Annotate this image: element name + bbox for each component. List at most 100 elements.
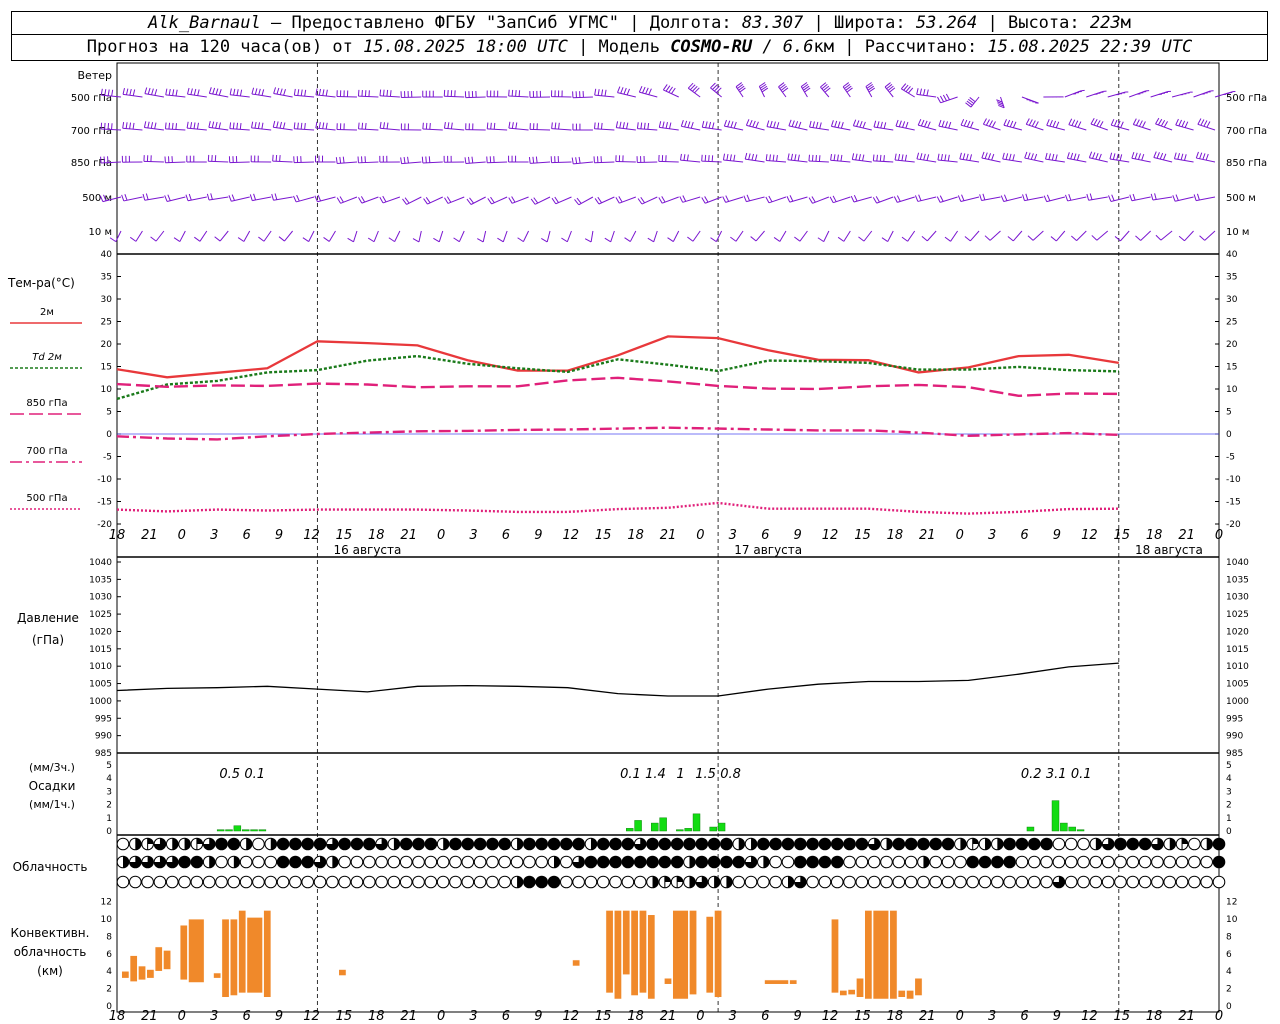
cloud-symbol-ring (929, 855, 943, 869)
cloud-symbol (1064, 837, 1078, 851)
precip-tick-left: 4 (106, 774, 112, 784)
wind-barb-feather (901, 236, 908, 242)
wind-barb-shaft (1026, 123, 1044, 131)
wind-barb-feather (147, 87, 151, 95)
wind-barb-feather (1114, 236, 1121, 242)
bottom-time-tick-label: 9 (1053, 1009, 1061, 1024)
precip-unit-1h: (мм/1ч.) (29, 798, 75, 811)
cloud-symbol-fill (960, 838, 967, 850)
wind-barb-feather (1086, 193, 1090, 201)
precip-unit-3h: (мм/3ч.) (29, 761, 75, 774)
cloud-symbol (473, 875, 487, 889)
convective-bar (121, 970, 130, 979)
wind-barb (893, 195, 915, 203)
wind-barb-feather (937, 153, 940, 161)
cloud-symbol-ring (1003, 875, 1016, 889)
cloud-symbol-ring (1077, 875, 1090, 889)
wind-barb (788, 119, 808, 131)
wind-barb-feather (386, 89, 389, 97)
wind-barb (574, 196, 594, 206)
wind-barb-feather (883, 155, 885, 162)
wind-barb-shaft (1196, 157, 1216, 163)
cloud-symbol (978, 837, 992, 851)
cloud-symbol (732, 875, 746, 889)
wind-barb (900, 83, 915, 98)
convective-bar (672, 910, 689, 1000)
cloud-symbol (695, 875, 709, 889)
bottom-time-tick-label: 0 (1215, 1009, 1223, 1024)
time-tick-label: 15 (1113, 528, 1130, 543)
wind-barb (1107, 91, 1129, 98)
wind-barb-feather (862, 154, 865, 161)
cloud-symbol (350, 837, 364, 851)
cloud-symbol (1138, 855, 1152, 869)
wind-barb-shaft (1120, 230, 1130, 242)
cloud-symbol (289, 837, 302, 851)
cloud-symbol (769, 855, 782, 869)
cloud-symbol (387, 855, 401, 869)
pressure-tick-left: 995 (95, 714, 112, 724)
wind-barb (658, 154, 679, 163)
cloud-symbol-ring (917, 875, 930, 889)
wind-barb-feather (279, 121, 283, 129)
cloud-symbol-ring (867, 875, 881, 889)
conv-tick-left: 8 (106, 932, 112, 942)
cloud-symbol-ring (609, 875, 622, 889)
wind-barb-shaft (590, 230, 594, 243)
precip-3h-amount: 1 (676, 767, 684, 782)
cloud-symbol-ring (1188, 875, 1201, 889)
time-tick-label: 6 (243, 528, 251, 543)
wind-barb-feather (701, 120, 705, 128)
wind-barb-feather (1012, 121, 1017, 128)
wind-barb-feather (107, 123, 110, 130)
wind-barb-feather (902, 121, 906, 128)
cloud-symbol-full (461, 837, 475, 851)
wind-barb (508, 196, 529, 204)
cloud-symbol (523, 855, 536, 869)
cloud-symbol (830, 875, 844, 889)
wind-barb-feather (836, 154, 839, 161)
wind-barb-shaft (122, 93, 143, 98)
wind-barb-feather (794, 154, 797, 161)
cloud-symbol (781, 875, 795, 889)
cloud-symbol-full (535, 875, 548, 889)
wind-barb (872, 154, 894, 163)
wind-barb (1071, 230, 1087, 241)
wind-barb (884, 82, 896, 98)
cloud-symbol-full (1003, 837, 1016, 851)
wind-barb (1173, 152, 1194, 163)
wind-barb-shaft (229, 128, 250, 131)
cloud-symbol (1175, 855, 1189, 869)
wind-barb-feather (817, 237, 824, 243)
wind-barb-feather (129, 88, 132, 96)
cloud-symbol-ring (596, 875, 610, 889)
pressure-tick-right: 1030 (1226, 593, 1249, 603)
wind-barb-feather (1045, 152, 1048, 160)
bottom-time-tick-label: 9 (794, 1009, 802, 1024)
cloud-symbol-ring (1188, 837, 1201, 851)
wind-barb-feather (840, 154, 843, 162)
cloud-symbol (818, 837, 832, 851)
wind-barb-shaft (209, 92, 229, 98)
wind-barb (1193, 193, 1216, 202)
cloud-symbol-full (301, 855, 315, 869)
cloud-symbol-full (646, 837, 659, 851)
wind-barb-feather (150, 122, 154, 129)
cloud-symbol (1003, 837, 1016, 851)
wind-barb-feather (686, 154, 689, 161)
cloud-symbol (1188, 855, 1201, 869)
wind-barb-feather (425, 197, 431, 204)
cloud-symbol (313, 837, 327, 851)
cloud-symbol (350, 855, 364, 869)
wind-barb-feather (421, 156, 424, 164)
wind-barb (336, 90, 357, 98)
wind-barb-feather (444, 197, 449, 204)
cloud-symbol (683, 855, 696, 869)
wind-barb-feather (154, 122, 157, 129)
wind-barb-feather (429, 123, 431, 130)
cloud-symbol (1027, 875, 1041, 889)
cloud-symbol (633, 855, 647, 869)
wind-barb-feather (1099, 121, 1104, 128)
time-tick-label: 0 (178, 528, 186, 543)
cloud-symbol (1052, 875, 1066, 889)
